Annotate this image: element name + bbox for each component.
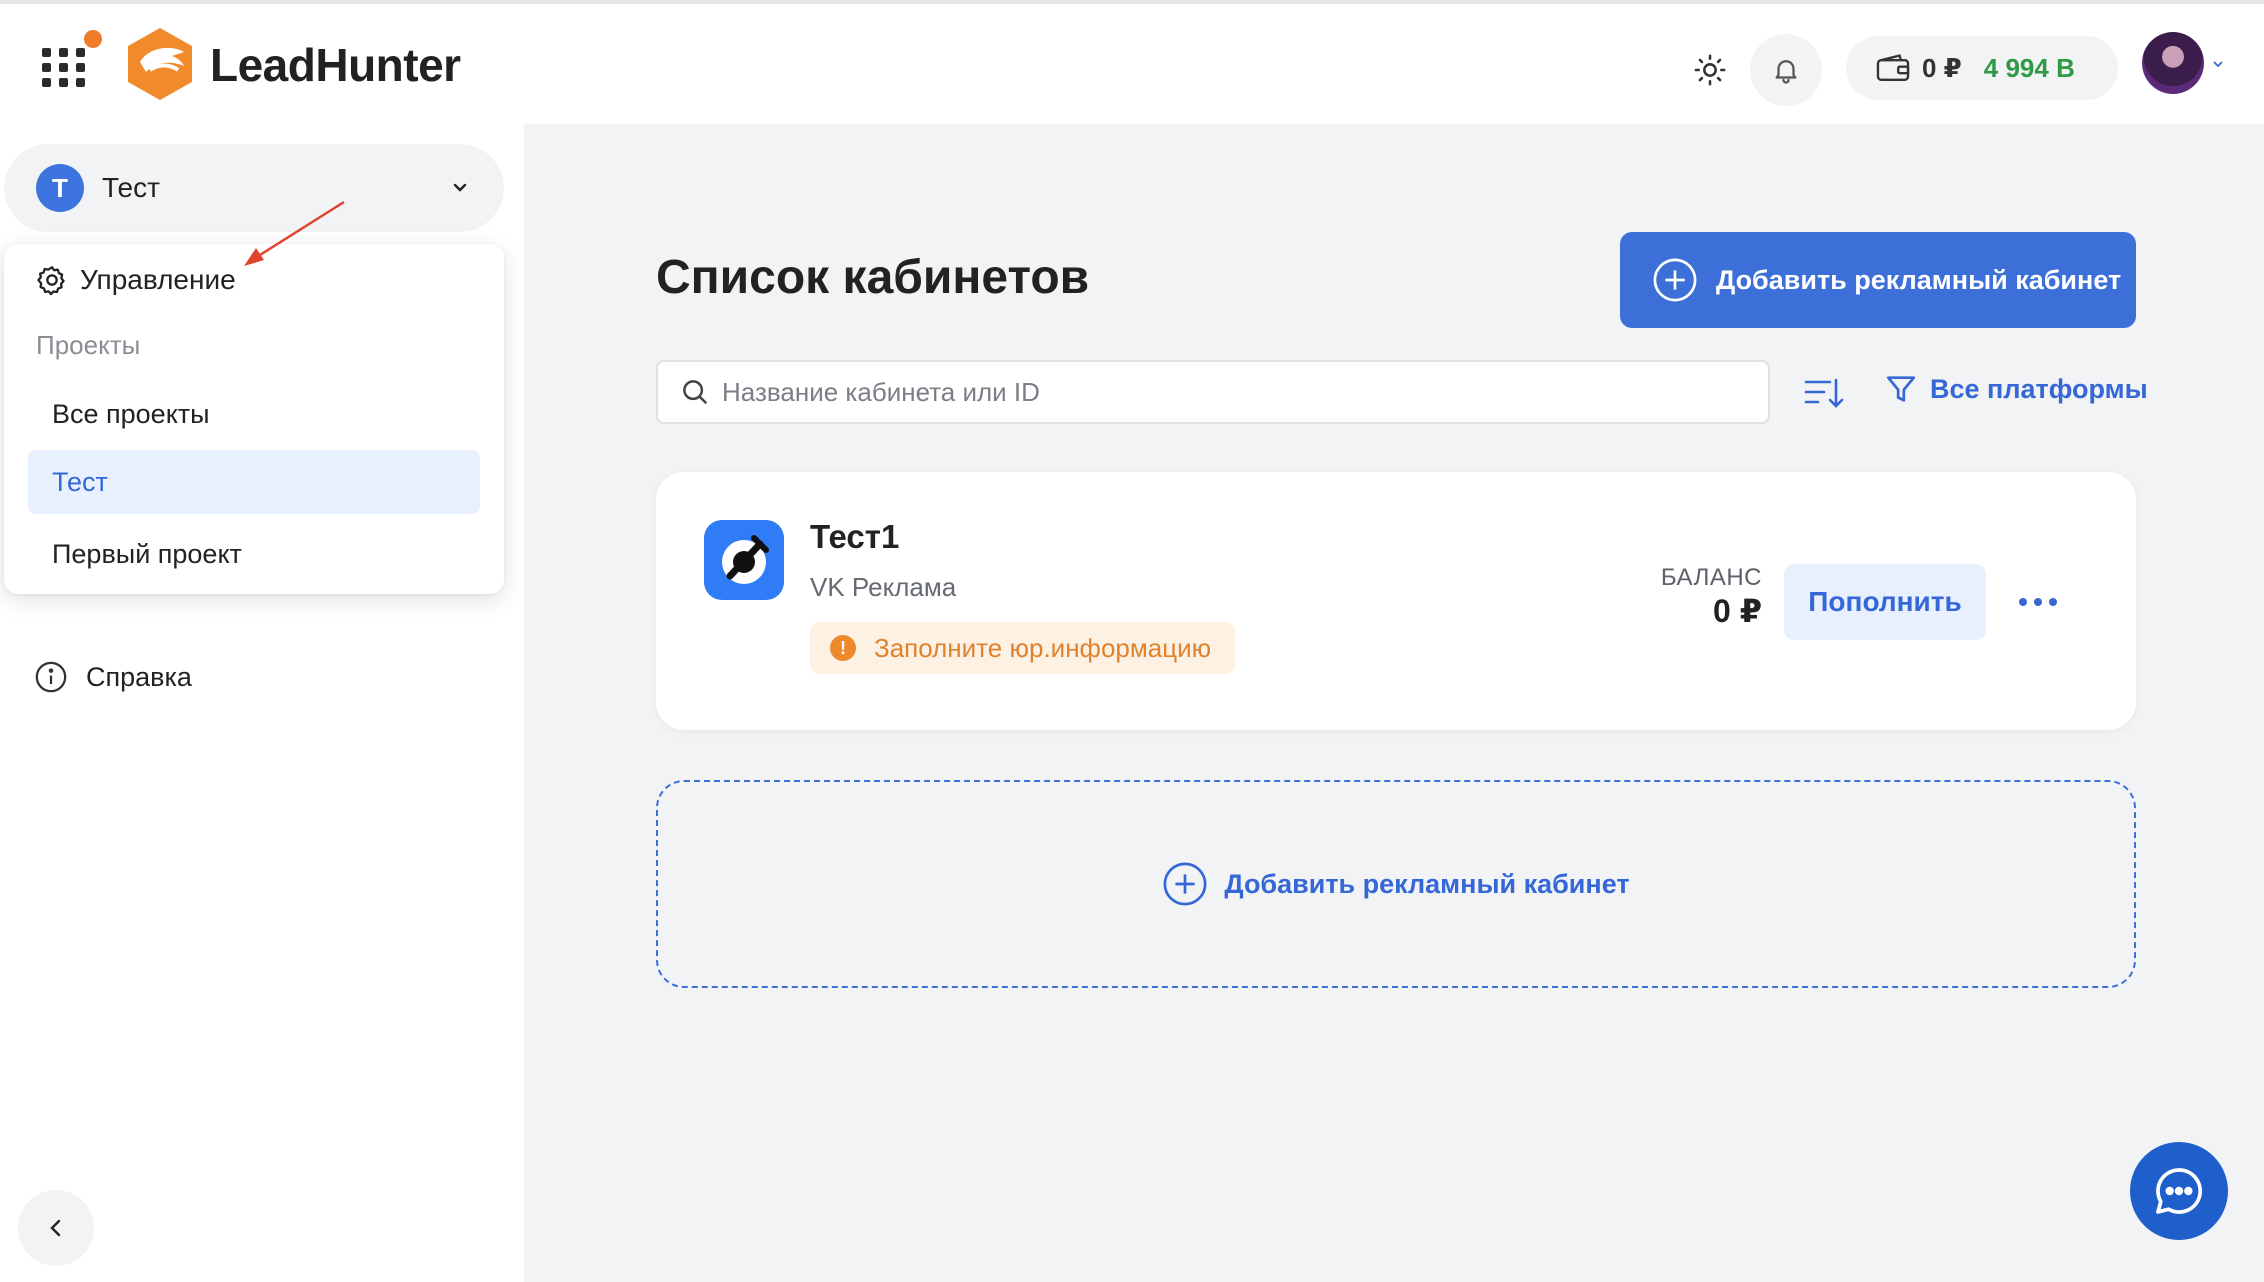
collapse-sidebar-button[interactable]	[18, 1190, 94, 1266]
apps-grid-icon[interactable]	[42, 30, 102, 88]
wallet-icon	[1876, 54, 1910, 81]
help-label: Справка	[86, 661, 192, 692]
warning-icon: !	[830, 635, 856, 661]
chevron-left-icon	[50, 1219, 61, 1237]
account-platform: VK Реклама	[810, 572, 957, 602]
notifications-bell-icon[interactable]	[1750, 34, 1822, 106]
add-placeholder-label: Добавить рекламный кабинет	[1224, 868, 1630, 899]
sidebar-item-help[interactable]: Справка	[34, 660, 192, 694]
more-options-icon[interactable]	[2008, 584, 2068, 620]
add-ad-account-placeholder[interactable]: Добавить рекламный кабинет	[656, 780, 2136, 988]
platforms-filter-label: Все платформы	[1930, 373, 2148, 404]
add-ad-account-button[interactable]: Добавить рекламный кабинет	[1620, 232, 2136, 328]
brand-name[interactable]: LeadHunter	[210, 38, 461, 92]
chevron-down-icon	[453, 183, 467, 192]
search-input[interactable]	[722, 376, 1722, 408]
vk-ads-logo-icon	[704, 520, 784, 600]
projects-section-label: Проекты	[36, 330, 141, 360]
warning-text: Заполните юр.информацию	[874, 632, 1212, 663]
ad-account-card[interactable]: Тест1 VK Реклама ! Заполните юр.информац…	[656, 472, 2136, 730]
dropdown-item-test[interactable]: Тест	[28, 450, 480, 514]
project-badge: T	[36, 164, 84, 212]
manage-label: Управление	[80, 264, 236, 295]
search-icon	[683, 380, 708, 405]
wallet-balance[interactable]: 0 ₽ 4 994 B	[1846, 36, 2118, 100]
add-button-label: Добавить рекламный кабинет	[1716, 264, 2122, 295]
wallet-rub-balance: 0 ₽	[1922, 52, 1962, 83]
sort-icon[interactable]	[1804, 374, 1844, 412]
chat-bubble-icon	[2156, 1168, 2203, 1214]
notification-dot	[84, 30, 102, 48]
gear-icon	[37, 266, 65, 296]
dropdown-item-all-projects[interactable]: Все проекты	[28, 382, 480, 446]
plus-circle-icon	[1653, 258, 1697, 302]
balance-value: 0 ₽	[1713, 593, 1762, 629]
legal-info-warning[interactable]: ! Заполните юр.информацию	[810, 622, 1236, 674]
main-content: Список кабинетов Добавить рекламный каби…	[524, 124, 2264, 1282]
user-avatar[interactable]	[2142, 32, 2204, 94]
top-header: LeadHunter 0 ₽ 4 994 B	[0, 4, 2264, 124]
theme-toggle-icon[interactable]	[1686, 46, 1734, 94]
balance-label: БАЛАНС	[1660, 564, 1762, 591]
topup-button[interactable]: Пополнить	[1784, 564, 1986, 640]
project-name: Тест	[102, 172, 160, 203]
plus-circle-icon	[1163, 862, 1207, 906]
chevron-down-icon[interactable]	[2210, 56, 2226, 72]
dropdown-item-first-project[interactable]: Первый проект	[28, 522, 480, 586]
info-icon	[35, 661, 67, 693]
platforms-filter[interactable]: Все платформы	[1884, 372, 2148, 406]
account-name[interactable]: Тест1	[810, 518, 899, 556]
wallet-bonus-balance: 4 994 B	[1983, 52, 2075, 83]
leadhunter-logo-icon[interactable]	[126, 26, 194, 102]
page-title: Список кабинетов	[656, 251, 1090, 304]
search-field[interactable]	[656, 360, 1770, 424]
filter-icon	[1886, 376, 1916, 402]
chat-support-button[interactable]	[2130, 1142, 2228, 1240]
dropdown-manage[interactable]: Управление	[36, 264, 236, 296]
project-dropdown: Управление Проекты Все проекты Тест Перв…	[4, 244, 504, 594]
annotation-arrow-icon	[244, 200, 345, 266]
